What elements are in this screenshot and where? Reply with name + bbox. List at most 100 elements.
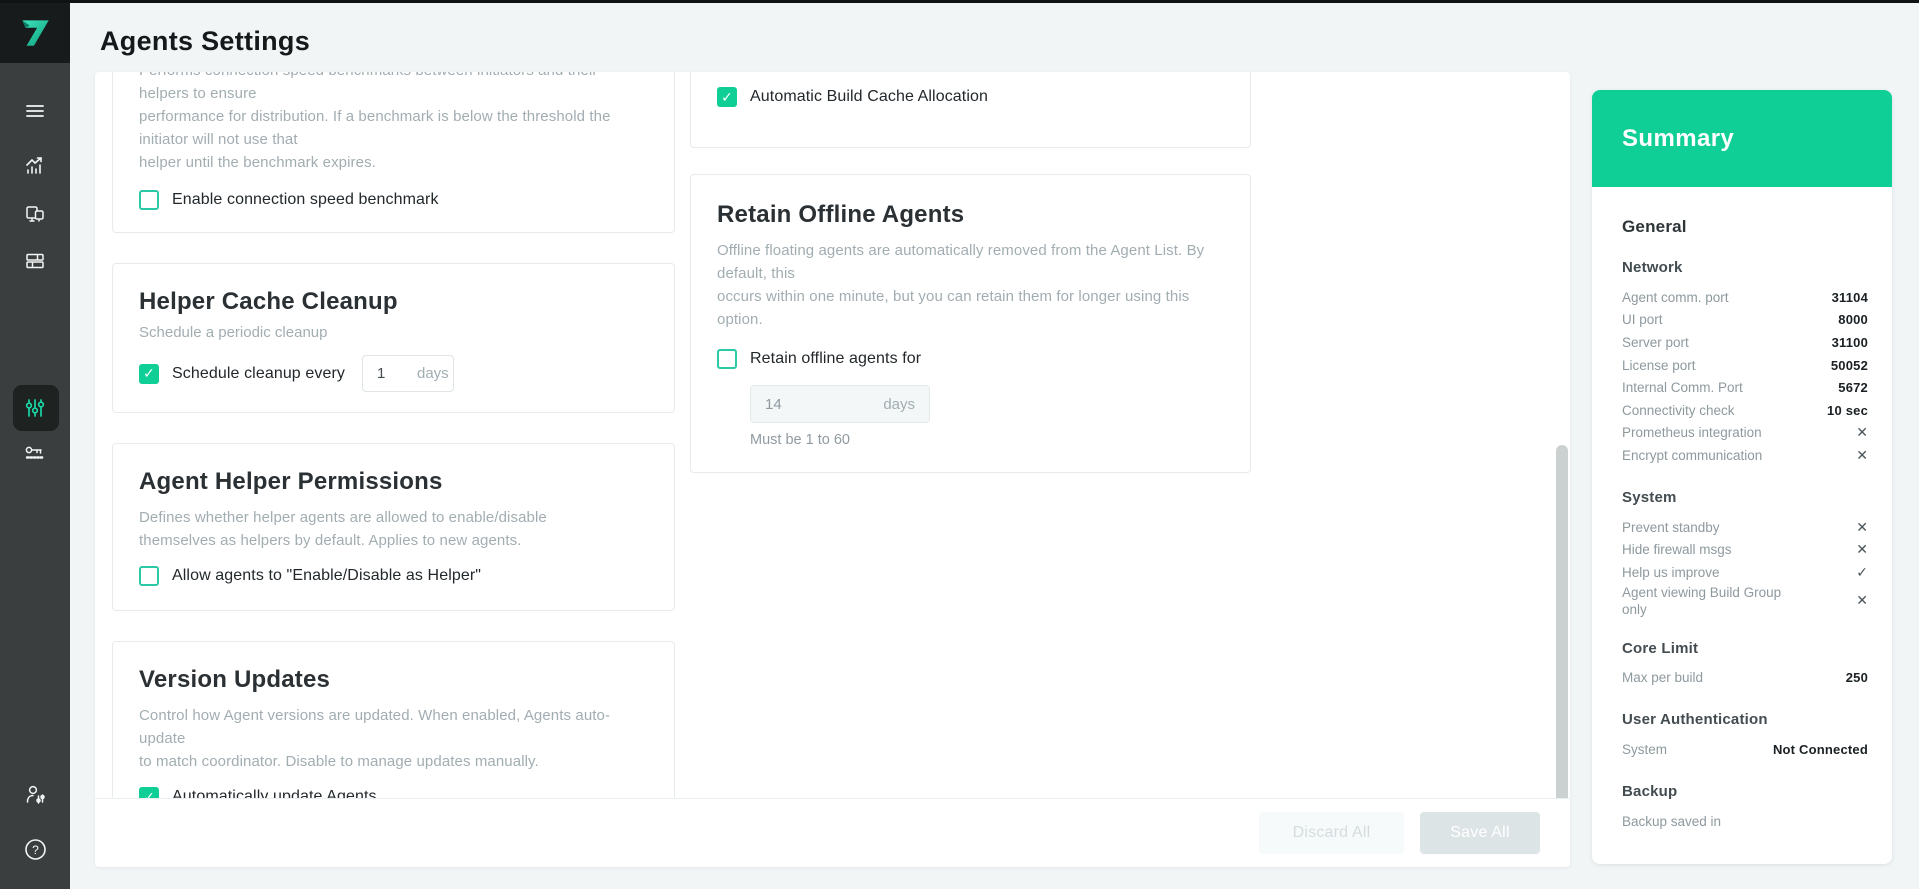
enabled-check-icon: ✓ [1856,564,1868,581]
sidebar-item-license[interactable] [0,431,70,477]
build-cache-checkbox[interactable]: ✓ [717,87,737,107]
summary-sections: Network Agent comm. port 31104 UI port 8000 S… [1622,259,1868,832]
disabled-x-icon: ✕ [1856,447,1868,464]
card-version-updates: Version Updates Control how Agent versio… [112,641,675,798]
summary-row: UI port 8000 [1622,309,1868,332]
permissions-title: Agent Helper Permissions [139,468,648,496]
summary-row: Hide firewall msgs ✕ [1622,538,1868,561]
sidebar-item-menu[interactable] [0,88,70,134]
summary-row-value: 10 sec [1827,403,1868,418]
summary-row-value: 5672 [1838,380,1868,395]
summary-panel: Summary General Network Agent comm. port 3… [1592,90,1892,864]
sidebar-item-agents[interactable] [0,191,70,237]
enable-benchmark-label: Enable connection speed benchmark [172,191,439,209]
summary-section-heading: Network [1622,259,1868,276]
summary-row: Agent viewing Build Group only✕ [1622,584,1868,618]
summary-row: Max per build250 [1622,667,1868,690]
help-icon: ? [22,836,49,863]
settings-scroll-area[interactable]: Performs connection speed benchmarks bet… [95,72,1570,798]
summary-row-value: 31104 [1832,290,1868,305]
settings-sliders-icon [23,396,47,420]
logo[interactable] [0,0,70,63]
settings-column-right: ✓ Automatic Build Cache Allocation Retai… [690,72,1251,473]
summary-row: License port 50052 [1622,354,1868,377]
retain-description: Offline floating agents are automaticall… [717,239,1224,331]
schedule-cleanup-checkbox[interactable]: ✓ [139,364,159,384]
retain-offline-checkbox[interactable] [717,349,737,369]
summary-row-value: Not Connected [1773,742,1868,757]
benchmark-description: Performs connection speed benchmarks bet… [139,72,648,174]
summary-row-label: Help us improve [1622,564,1720,581]
save-all-button[interactable]: Save All [1420,812,1540,854]
user-settings-icon [22,782,48,808]
allow-helper-toggle-checkbox[interactable] [139,566,159,586]
cleanup-interval-unit: days [417,365,449,382]
sidebar-item-analytics[interactable] [0,143,70,189]
summary-row: Agent comm. port 31104 [1622,286,1868,309]
summary-row: Help us improve ✓ [1622,561,1868,584]
summary-row-value: 31100 [1832,335,1868,350]
summary-row-label: Agent comm. port [1622,289,1729,306]
page-title: Agents Settings [100,26,310,57]
retain-offline-label: Retain offline agents for [750,350,921,368]
helper-cache-title: Helper Cache Cleanup [139,288,648,316]
summary-section-heading: Backup [1622,783,1868,800]
summary-row-label: Prevent standby [1622,519,1720,536]
summary-row: Prevent standby ✕ [1622,516,1868,539]
summary-row-label: Prometheus integration [1622,424,1762,441]
analytics-icon [23,154,47,178]
settings-column-left: Performs connection speed benchmarks bet… [112,72,675,798]
sidebar: ? [0,0,70,889]
enable-benchmark-checkbox[interactable] [139,190,159,210]
sidebar-item-user-settings[interactable] [0,772,70,818]
sidebar-item-builds[interactable] [0,238,70,284]
summary-row: Server port 31100 [1622,331,1868,354]
summary-section-heading: System [1622,489,1868,506]
version-description: Control how Agent versions are updated. … [139,704,648,773]
summary-header: Summary [1592,90,1892,187]
allow-helper-toggle-label: Allow agents to "Enable/Disable as Helpe… [172,567,481,585]
summary-row-label: Agent viewing Build Group only [1622,584,1802,618]
summary-row: Internal Comm. Port 5672 [1622,376,1868,399]
summary-title: Summary [1622,125,1734,153]
summary-row-label: System [1622,741,1667,758]
summary-row-label: Internal Comm. Port [1622,379,1743,396]
summary-row-label: License port [1622,357,1696,374]
retain-days-input[interactable] [765,396,805,413]
card-helper-cache-cleanup: Helper Cache Cleanup Schedule a periodic… [112,263,675,413]
window-top-edge [0,0,1919,3]
sidebar-item-help[interactable]: ? [0,826,70,872]
permissions-description: Defines whether helper agents are allowe… [139,506,648,552]
disabled-x-icon: ✕ [1856,541,1868,558]
settings-footer: Discard All Save All [95,798,1570,867]
auto-update-checkbox[interactable]: ✓ [139,787,159,798]
card-build-cache: ✓ Automatic Build Cache Allocation [690,72,1251,148]
summary-row-value: 50052 [1831,358,1868,373]
summary-row-value: 8000 [1838,312,1868,327]
summary-row-label: Encrypt communication [1622,447,1762,464]
sidebar-nav: ? [0,63,70,889]
disabled-x-icon: ✕ [1856,519,1868,536]
card-connection-benchmark: Performs connection speed benchmarks bet… [112,72,675,233]
summary-row-label: Hide firewall msgs [1622,541,1732,558]
summary-row: Backup saved in [1622,810,1868,833]
summary-row: Connectivity check10 sec [1622,399,1868,422]
summary-row-label: Backup saved in [1622,813,1721,830]
helper-cache-subtitle: Schedule a periodic cleanup [139,324,648,341]
discard-all-button[interactable]: Discard All [1259,812,1404,854]
brand-logo-icon [16,13,54,51]
menu-icon [23,99,47,123]
retain-days-unit: days [883,396,915,413]
scrollbar-thumb[interactable] [1556,445,1568,815]
cleanup-interval-input[interactable] [377,365,417,382]
builds-icon [23,249,47,273]
summary-row-label: UI port [1622,311,1663,328]
sidebar-item-settings[interactable] [0,385,70,431]
settings-panel: Performs connection speed benchmarks bet… [95,72,1570,867]
build-cache-label: Automatic Build Cache Allocation [750,88,988,106]
summary-row-value: 250 [1846,670,1868,685]
summary-row: Encrypt communication ✕ [1622,444,1868,467]
card-retain-offline-agents: Retain Offline Agents Offline floating a… [690,174,1251,473]
summary-general-heading: General [1622,217,1868,237]
summary-row-label: Server port [1622,334,1689,351]
